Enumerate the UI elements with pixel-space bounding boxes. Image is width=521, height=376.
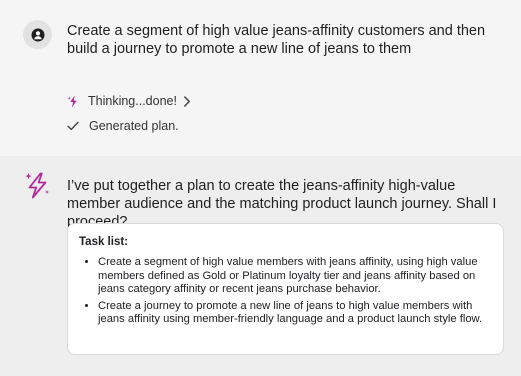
check-icon: [67, 121, 79, 131]
task-list-card: Task list: Create a segment of high valu…: [67, 223, 504, 355]
user-message-section: Create a segment of high value jeans-aff…: [0, 0, 521, 156]
sparkle-icon: [67, 95, 80, 108]
plan-status: Generated plan.: [67, 119, 179, 133]
user-message-text: Create a segment of high value jeans-aff…: [67, 23, 486, 57]
task-list: Create a segment of high value members w…: [79, 256, 491, 327]
plan-label: Generated plan.: [89, 119, 179, 133]
thinking-label: Thinking...done!: [88, 94, 177, 108]
person-icon: [31, 28, 44, 41]
user-avatar: [23, 20, 52, 49]
thinking-toggle[interactable]: Thinking...done!: [67, 94, 191, 108]
chevron-right-icon: [183, 95, 191, 107]
task-list-item: Create a segment of high value members w…: [98, 256, 491, 297]
task-list-item: Create a journey to promote a new line o…: [98, 300, 491, 327]
task-list-title: Task list:: [79, 236, 128, 248]
ai-sparkle-icon: [22, 170, 52, 200]
